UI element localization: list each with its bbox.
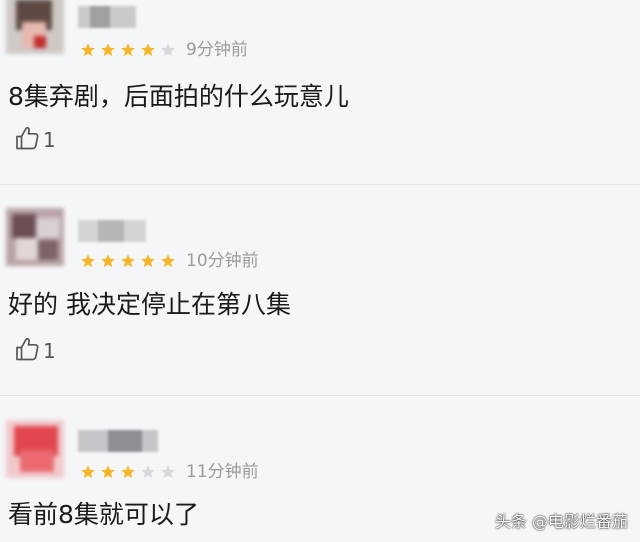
comment-time: 9分钟前 <box>186 40 248 60</box>
star-rating: 9分钟前 <box>80 39 248 61</box>
star-filled-icon <box>101 465 115 479</box>
star-filled-icon <box>101 43 115 57</box>
star-filled-icon <box>121 254 135 268</box>
star-empty-icon <box>161 465 175 479</box>
like-button[interactable]: 1 <box>14 336 56 366</box>
divider <box>0 184 640 185</box>
star-filled-icon <box>81 465 95 479</box>
thumbs-up-icon <box>14 124 42 156</box>
star-filled-icon <box>81 43 95 57</box>
username[interactable] <box>78 220 146 242</box>
star-rating: 10分钟前 <box>80 250 259 272</box>
comment-time: 10分钟前 <box>186 251 259 271</box>
avatar[interactable] <box>6 0 64 54</box>
comment-text: 8集弃剧，后面拍的什么玩意儿 <box>8 82 349 111</box>
star-rating: 11分钟前 <box>80 461 259 483</box>
avatar[interactable] <box>6 208 64 266</box>
star-filled-icon <box>121 43 135 57</box>
star-empty-icon <box>141 465 155 479</box>
comment-text: 好的 我决定停止在第八集 <box>8 290 291 319</box>
like-button[interactable]: 1 <box>14 125 56 155</box>
star-filled-icon <box>81 254 95 268</box>
star-filled-icon <box>101 254 115 268</box>
comment-time: 11分钟前 <box>186 462 259 482</box>
star-filled-icon <box>141 43 155 57</box>
divider <box>0 395 640 396</box>
thumbs-up-icon <box>14 335 42 367</box>
like-count: 1 <box>43 339 56 363</box>
like-count: 1 <box>43 128 56 152</box>
watermark: 头条 @电影烂番茄 <box>494 512 628 531</box>
avatar[interactable] <box>6 420 64 478</box>
comment-text: 看前8集就可以了 <box>8 500 199 529</box>
star-filled-icon <box>141 254 155 268</box>
comment-list: 9分钟前 8集弃剧，后面拍的什么玩意儿 1 10分钟前 好的 我决定停止在第八集… <box>0 0 640 542</box>
username[interactable] <box>78 430 158 452</box>
star-filled-icon <box>121 465 135 479</box>
username[interactable] <box>78 6 136 28</box>
star-filled-icon <box>161 254 175 268</box>
star-empty-icon <box>161 43 175 57</box>
